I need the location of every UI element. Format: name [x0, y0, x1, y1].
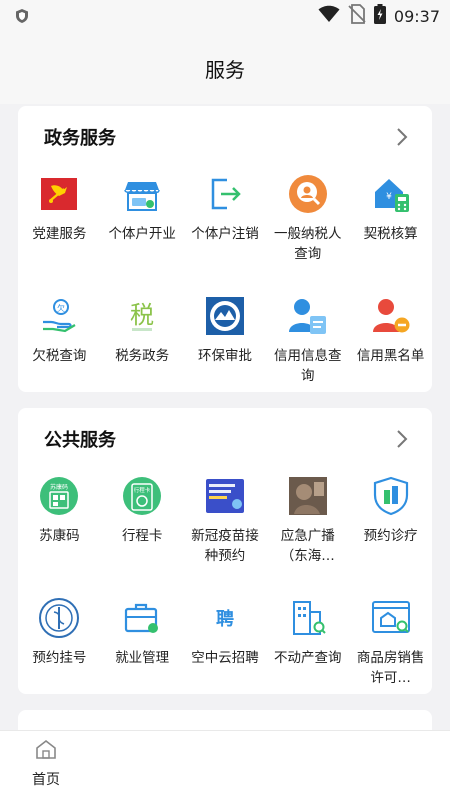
- environment-seal-icon: [205, 296, 245, 336]
- house-window-icon: [371, 598, 411, 638]
- service-label: 一般纳税人查询: [274, 226, 342, 262]
- nav-label: 首页: [32, 772, 60, 788]
- service-item-tax-affairs[interactable]: 税 税务政务: [101, 296, 184, 418]
- service-label: 预约诊疗: [363, 528, 418, 544]
- battery-icon: [373, 4, 386, 28]
- section-title: 政务服务: [44, 128, 116, 149]
- health-code-icon: 苏康码: [39, 476, 79, 516]
- title-bar: 服务: [0, 32, 450, 104]
- service-label: 信用黑名单: [356, 348, 425, 364]
- service-label: 行程卡: [121, 528, 163, 544]
- service-label: 个体户开业: [108, 226, 176, 242]
- vaccine-banner-icon: [205, 476, 245, 516]
- service-item-tax-arrears[interactable]: 欠 欠税查询: [18, 296, 101, 418]
- service-label: 预约挂号: [32, 650, 87, 666]
- service-item-housing-permit[interactable]: 商品房销售许可…: [349, 598, 432, 720]
- service-item-credit-blacklist[interactable]: 信用黑名单: [349, 296, 432, 418]
- status-time: 09:37: [393, 6, 440, 26]
- user-search-icon: [288, 174, 328, 214]
- wifi-icon: [318, 5, 340, 27]
- shield-icon: [14, 8, 30, 24]
- service-item-property-query[interactable]: 不动产查询: [266, 598, 349, 720]
- service-item-env-approval[interactable]: 环保审批: [184, 296, 267, 418]
- service-label: 党建服务: [32, 226, 87, 242]
- service-label: 不动产查询: [274, 650, 342, 666]
- house-calculator-icon: ¥: [371, 174, 411, 214]
- service-item-party[interactable]: 党建服务: [18, 174, 101, 296]
- svg-text:¥: ¥: [386, 192, 392, 202]
- blacklist-user-icon: [371, 296, 411, 336]
- service-item-appointment-treatment[interactable]: 预约诊疗: [349, 476, 432, 598]
- service-label: 个体户注销: [191, 226, 259, 242]
- service-label: 税务政务: [115, 348, 170, 364]
- building-search-icon: [288, 598, 328, 638]
- hand-coin-icon: 欠: [39, 296, 79, 336]
- home-icon: [35, 739, 57, 763]
- service-label: 环保审批: [197, 348, 252, 364]
- service-label: 苏康码: [39, 528, 80, 544]
- tax-icon: 税: [122, 296, 162, 336]
- page-title: 服务: [205, 57, 245, 82]
- broadcast-photo-icon: [288, 476, 328, 516]
- status-bar: 09:37: [0, 0, 450, 32]
- service-item-travel-card[interactable]: 行程卡 行程卡: [101, 476, 184, 598]
- section-title: 公共服务: [44, 430, 116, 451]
- recruit-icon: 聘: [205, 598, 245, 638]
- credit-user-icon: [288, 296, 328, 336]
- svg-text:聘: 聘: [216, 608, 234, 630]
- party-flag-icon: [39, 174, 79, 214]
- service-label: 新冠疫苗接种预约: [191, 528, 259, 564]
- service-item-credit-info[interactable]: 信用信息查询: [266, 296, 349, 418]
- briefcase-icon: [122, 598, 162, 638]
- exit-icon: [205, 174, 245, 214]
- shield-building-icon: [371, 476, 411, 516]
- service-label: 契税核算: [363, 226, 418, 242]
- svg-text:苏康码: 苏康码: [50, 483, 68, 491]
- nav-item-home[interactable]: 首页: [22, 739, 70, 789]
- service-item-taxpayer[interactable]: 一般纳税人查询: [266, 174, 349, 296]
- service-label: 欠税查询: [32, 348, 87, 364]
- service-item-shop-open[interactable]: 个体户开业: [101, 174, 184, 296]
- svg-text:税: 税: [130, 301, 154, 329]
- service-label: 空中云招聘: [191, 650, 259, 666]
- service-label: 商品房销售许可…: [356, 650, 425, 686]
- chevron-right-icon[interactable]: [394, 126, 410, 148]
- section-public-services: 公共服务 苏康码 苏康码 行程卡 行程卡 新冠疫苗接种预约 应急广播（东海… 预…: [18, 408, 432, 694]
- service-item-cloud-recruit[interactable]: 聘 空中云招聘: [184, 598, 267, 720]
- service-item-deed-tax[interactable]: ¥ 契税核算: [349, 174, 432, 296]
- travel-card-icon: 行程卡: [122, 476, 162, 516]
- service-item-employment[interactable]: 就业管理: [101, 598, 184, 720]
- service-item-emergency-broadcast[interactable]: 应急广播（东海…: [266, 476, 349, 598]
- service-item-registration[interactable]: 预约挂号: [18, 598, 101, 720]
- service-item-shop-close[interactable]: 个体户注销: [184, 174, 267, 296]
- svg-text:行程卡: 行程卡: [134, 486, 151, 494]
- service-label: 信用信息查询: [274, 348, 342, 384]
- service-item-vaccine[interactable]: 新冠疫苗接种预约: [184, 476, 267, 598]
- chevron-right-icon[interactable]: [394, 428, 410, 450]
- bottom-nav: 首页: [0, 730, 450, 800]
- svg-text:欠: 欠: [57, 303, 65, 313]
- service-label: 应急广播（东海…: [280, 528, 335, 564]
- shop-icon: [122, 174, 162, 214]
- service-label: 就业管理: [115, 650, 170, 666]
- section-gov-services: 政务服务 党建服务 个体户开业 个体户注销 一般纳税人查询 ¥ 契税核算 欠 欠…: [18, 106, 432, 392]
- no-sim-icon: [348, 4, 366, 28]
- service-item-health-code[interactable]: 苏康码 苏康码: [18, 476, 101, 598]
- hospital-emblem-icon: [39, 598, 80, 638]
